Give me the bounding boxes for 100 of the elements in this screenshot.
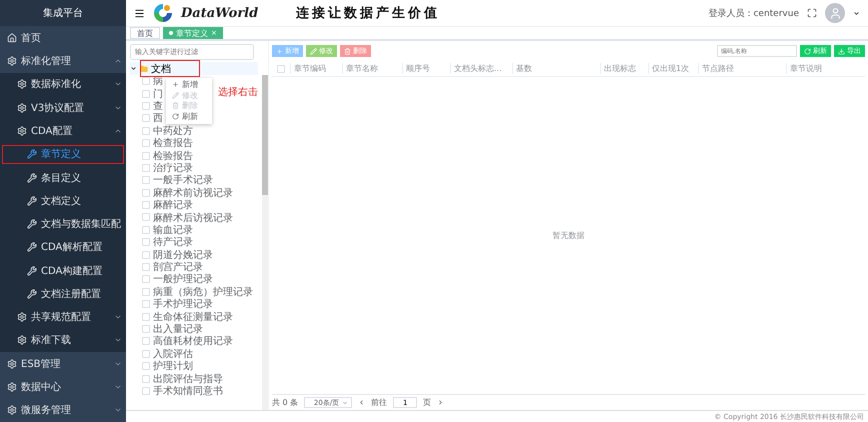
sidebar-item[interactable]: 标准下载 — [0, 328, 126, 352]
chevron-down-icon — [130, 65, 137, 72]
sidebar-item[interactable]: 条目定义 — [0, 166, 126, 190]
caret-icon[interactable] — [853, 10, 860, 16]
menu-item[interactable]: 新增 — [166, 80, 212, 90]
sidebar-item[interactable]: V3协议配置 — [0, 96, 126, 120]
file-checkbox[interactable] — [142, 152, 150, 160]
tree-item[interactable]: 麻醉记录 — [130, 198, 193, 212]
file-checkbox[interactable] — [142, 77, 150, 86]
file-checkbox[interactable] — [142, 362, 150, 370]
menu-icon[interactable] — [134, 8, 145, 18]
gear-icon — [7, 382, 17, 392]
gear-icon — [17, 126, 27, 136]
sidebar-item[interactable]: CDA解析配置 — [0, 236, 126, 259]
tree-item[interactable]: 输血记录 — [130, 224, 193, 236]
sidebar-item[interactable]: 数据标准化 — [0, 72, 126, 96]
column-header: 顺序号 — [402, 63, 450, 74]
tree-item[interactable]: 高值耗材使用记录 — [130, 335, 233, 348]
file-checkbox[interactable] — [142, 226, 150, 234]
tree-item[interactable]: 病重（病危）护理记录 — [130, 286, 253, 298]
folder-icon — [140, 64, 148, 72]
sidebar-item[interactable]: 文档注册配置 — [0, 282, 126, 306]
file-checkbox[interactable] — [142, 176, 150, 184]
logo-text: DataWorld — [181, 6, 258, 20]
file-checkbox[interactable] — [142, 386, 150, 395]
tab[interactable]: 首页 — [130, 27, 160, 39]
file-checkbox[interactable] — [142, 374, 150, 383]
tree-item[interactable]: 阴道分娩记录 — [130, 248, 213, 261]
user-label: 登录人员：centervue — [708, 8, 799, 20]
file-checkbox[interactable] — [142, 126, 150, 135]
avatar[interactable] — [825, 3, 845, 23]
wrench-icon — [27, 242, 37, 252]
fullscreen-icon[interactable] — [807, 8, 817, 18]
gear-icon — [7, 405, 17, 416]
file-checkbox[interactable] — [142, 90, 150, 98]
file-checkbox[interactable] — [142, 337, 150, 346]
pencil-icon — [172, 92, 179, 99]
file-checkbox[interactable] — [142, 288, 150, 296]
tree-item[interactable]: 待产记录 — [130, 236, 193, 248]
total-count: 共 0 条 — [272, 397, 298, 408]
file-checkbox[interactable] — [142, 312, 150, 321]
empty-message: 暂无数据 — [552, 230, 584, 241]
pencil-icon — [310, 48, 317, 54]
file-checkbox[interactable] — [142, 102, 150, 110]
sidebar-item[interactable]: 共享规范配置 — [0, 306, 126, 329]
tree-item[interactable]: 一般手术记录 — [130, 174, 213, 187]
gear-icon — [17, 335, 27, 346]
next-page-icon[interactable] — [437, 399, 444, 406]
tree-item[interactable]: 治疗记录 — [130, 162, 193, 174]
trash-icon — [344, 48, 351, 54]
sidebar-item[interactable]: 文档与数据集匹配 — [0, 212, 126, 236]
tree-item[interactable]: 手术知情同意书 — [130, 384, 223, 398]
tree-item[interactable]: 麻醉术后访视记录 — [130, 211, 233, 224]
file-checkbox[interactable] — [142, 213, 150, 222]
file-checkbox[interactable] — [142, 164, 150, 172]
scrollbar-thumb[interactable] — [262, 75, 268, 195]
sidebar-item[interactable]: 文档定义 — [0, 189, 126, 212]
column-header: 章节编码 — [290, 63, 342, 74]
tree-item[interactable]: 入院评估 — [130, 348, 193, 360]
column-header: 仅出现1次 — [648, 63, 698, 74]
logo-icon — [153, 3, 173, 23]
file-checkbox[interactable] — [142, 188, 150, 197]
file-checkbox[interactable] — [142, 325, 150, 333]
tree-item[interactable]: 生命体征测量记录 — [130, 310, 233, 323]
menu-item[interactable]: 刷新 — [166, 111, 212, 122]
gear-icon — [7, 358, 17, 369]
tree-item[interactable]: 麻醉术前访视记录 — [130, 186, 233, 199]
tree-item[interactable]: 门 — [130, 87, 163, 100]
tree-node[interactable]: 文档 — [130, 62, 258, 75]
page-unit: 页 — [423, 397, 432, 408]
file-checkbox[interactable] — [142, 275, 150, 284]
file-checkbox[interactable] — [142, 238, 150, 246]
tree-item[interactable]: 出入量记录 — [130, 322, 203, 336]
column-header: 章节说明 — [786, 63, 865, 74]
select-all-checkbox[interactable] — [277, 64, 285, 72]
tree-item[interactable]: 手术护理记录 — [130, 298, 213, 310]
tree-item[interactable]: 检查报告 — [130, 136, 193, 150]
file-checkbox[interactable] — [142, 263, 150, 272]
tree-item[interactable]: 一般护理记录 — [130, 273, 213, 286]
file-checkbox[interactable] — [142, 250, 150, 259]
sidebar-item[interactable]: CDA构建配置 — [0, 259, 126, 282]
file-checkbox[interactable] — [142, 350, 150, 358]
tree-item[interactable]: 出院评估与指导 — [130, 372, 223, 385]
tree-item[interactable]: 病 — [130, 75, 163, 88]
tree-item[interactable]: 中药处方 — [130, 124, 193, 137]
tree-item[interactable]: 检验报告 — [130, 149, 193, 162]
file-checkbox[interactable] — [142, 201, 150, 210]
gear-icon — [17, 79, 27, 90]
file-checkbox[interactable] — [142, 114, 150, 122]
tree-item[interactable]: 护理计划 — [130, 360, 193, 372]
tree-item[interactable]: 查 — [130, 100, 163, 112]
tree-item[interactable]: 西 — [130, 112, 163, 125]
wrench-icon — [27, 288, 37, 299]
prev-page-icon[interactable] — [358, 399, 366, 406]
file-checkbox[interactable] — [142, 300, 150, 308]
sidebar-item[interactable]: 章节定义 — [0, 142, 126, 166]
file-checkbox[interactable] — [142, 139, 150, 148]
sidebar-item[interactable]: CDA配置 — [0, 119, 126, 143]
tree-item[interactable]: 剖宫产记录 — [130, 260, 203, 274]
column-header: 基数 — [512, 63, 600, 74]
